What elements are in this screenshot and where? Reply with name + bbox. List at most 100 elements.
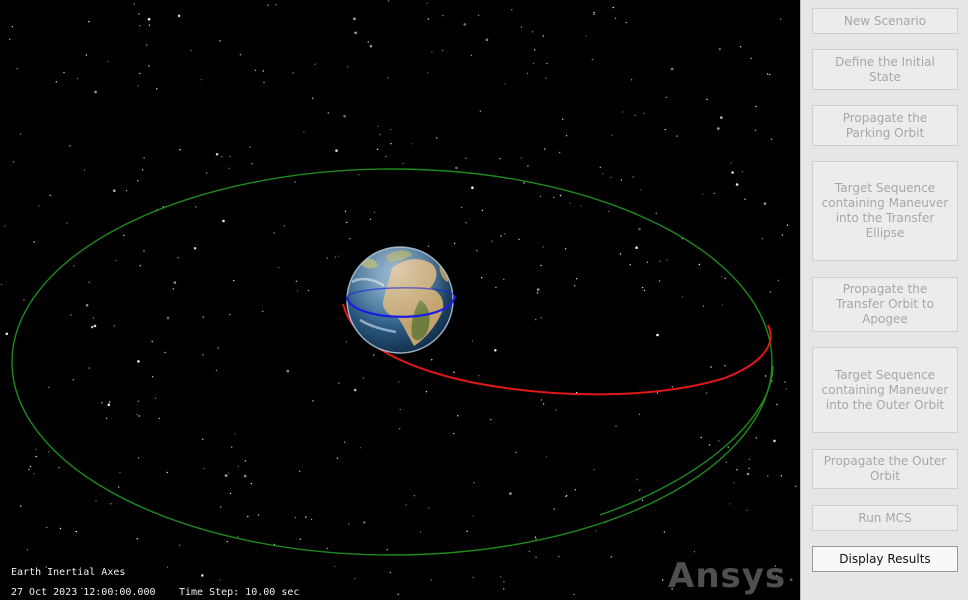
star — [755, 437, 757, 439]
star — [402, 162, 404, 165]
star — [286, 369, 290, 373]
star — [721, 304, 724, 306]
star — [369, 44, 373, 48]
star — [718, 440, 720, 442]
star — [594, 530, 597, 532]
star — [292, 72, 294, 74]
3d-scene-viewport[interactable]: Earth Inertial Axes 27 Oct 2023 12:00:00… — [0, 0, 800, 600]
outer-orbit-path — [11, 168, 773, 556]
star — [638, 227, 641, 231]
star — [231, 446, 233, 448]
star — [702, 305, 705, 307]
star — [640, 189, 642, 191]
star — [195, 206, 197, 208]
star — [727, 446, 729, 448]
star — [744, 198, 746, 200]
star — [784, 381, 786, 383]
star — [115, 259, 117, 262]
star — [635, 246, 638, 249]
star — [713, 192, 716, 195]
propagate-parking-orbit-button[interactable]: Propagate the Parking Orbit — [812, 105, 958, 146]
star — [136, 413, 138, 416]
target-transfer-ellipse-button[interactable]: Target Sequence containing Maneuver into… — [812, 161, 958, 261]
star — [485, 38, 489, 42]
star — [203, 467, 205, 470]
star — [569, 202, 571, 205]
star — [139, 25, 141, 27]
star — [349, 237, 351, 240]
star — [177, 14, 181, 18]
star — [295, 280, 298, 282]
star — [769, 73, 771, 76]
star — [540, 264, 542, 267]
star — [94, 90, 97, 94]
star — [346, 221, 348, 224]
star — [229, 155, 231, 158]
star — [119, 471, 121, 474]
star — [29, 465, 32, 468]
star — [789, 578, 793, 581]
star — [326, 547, 328, 550]
star — [215, 369, 218, 372]
star — [373, 354, 375, 356]
star — [312, 97, 314, 99]
star — [215, 153, 219, 156]
star — [72, 379, 74, 381]
star — [23, 299, 25, 301]
star — [535, 538, 537, 540]
star — [55, 81, 57, 83]
star — [544, 148, 546, 150]
star — [28, 468, 30, 471]
star — [113, 325, 116, 327]
star — [107, 60, 110, 63]
star — [250, 482, 252, 485]
star — [473, 482, 475, 484]
star — [337, 255, 340, 257]
star — [632, 176, 634, 178]
star — [387, 77, 389, 79]
star — [478, 374, 480, 377]
star — [622, 111, 624, 113]
star — [344, 210, 347, 212]
star — [553, 508, 555, 510]
star — [314, 63, 316, 65]
star — [221, 156, 223, 158]
star — [88, 21, 90, 23]
star — [520, 26, 523, 28]
star — [661, 579, 664, 581]
star — [539, 195, 542, 198]
star — [137, 360, 140, 363]
star — [239, 54, 242, 56]
star — [353, 388, 357, 392]
star — [534, 536, 537, 538]
star — [20, 505, 22, 507]
star — [427, 72, 429, 74]
star — [453, 432, 455, 435]
star — [676, 135, 678, 137]
star — [343, 114, 346, 118]
propagate-outer-orbit-button[interactable]: Propagate the Outer Orbit — [812, 449, 958, 489]
star — [387, 0, 390, 2]
star — [614, 17, 617, 19]
star — [665, 96, 667, 99]
star — [602, 173, 604, 175]
star — [345, 341, 348, 343]
star — [490, 418, 492, 421]
target-outer-orbit-button[interactable]: Target Sequence containing Maneuver into… — [812, 347, 958, 433]
run-mcs-button[interactable]: Run MCS — [812, 505, 958, 531]
star — [643, 112, 645, 115]
new-scenario-button[interactable]: New Scenario — [812, 8, 958, 34]
display-results-button[interactable]: Display Results — [812, 546, 958, 572]
star — [682, 296, 684, 298]
star — [528, 550, 530, 553]
star — [655, 212, 657, 214]
star — [373, 211, 376, 213]
star — [535, 556, 537, 558]
star — [593, 13, 595, 15]
star — [729, 503, 731, 505]
star — [327, 112, 329, 114]
star — [706, 392, 708, 394]
propagate-transfer-orbit-button[interactable]: Propagate the Transfer Orbit to Apogee — [812, 277, 958, 332]
define-initial-state-button[interactable]: Define the Initial State — [812, 49, 958, 90]
star — [338, 382, 340, 384]
